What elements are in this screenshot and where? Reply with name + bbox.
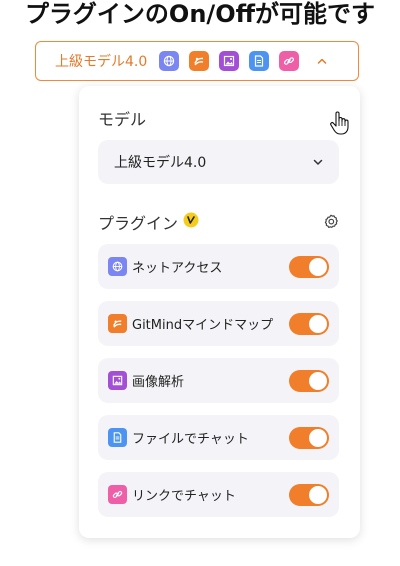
chevron-up-icon (315, 54, 329, 68)
toggle-knob (309, 257, 327, 276)
toggle-knob (309, 314, 327, 333)
plugin-row-gitmind: GitMindマインドマップ (98, 301, 339, 346)
plugin-row-file-chat: ファイルでチャット (98, 415, 339, 460)
model-section-label: モデル (98, 110, 147, 129)
globe-icon (159, 51, 180, 71)
plugin-label: ファイルでチャット (132, 432, 249, 447)
model-switcher-label: 上級モデル4.0 (55, 54, 148, 70)
plugin-row-net-access: ネットアクセス (98, 244, 339, 289)
plugin-toggle-file-chat[interactable] (289, 426, 329, 449)
chevron-down-icon (311, 155, 325, 169)
plugin-label: リンクでチャット (132, 489, 236, 504)
image-icon (219, 51, 240, 71)
gear-icon[interactable] (323, 214, 339, 230)
toggle-knob (309, 371, 327, 390)
plugin-toggle-net-access[interactable] (289, 255, 329, 278)
gitmind-icon (108, 314, 127, 333)
plugin-row-image-analysis: 画像解析 (98, 358, 339, 403)
model-select[interactable]: 上級モデル4.0 (98, 140, 339, 184)
model-select-value: 上級モデル4.0 (114, 155, 207, 171)
hand-cursor-icon (329, 110, 349, 136)
document-icon (108, 428, 127, 447)
document-icon (249, 51, 270, 71)
image-icon (108, 371, 127, 390)
plugin-list: ネットアクセス GitMindマインドマップ 画像解析 ファイルでチャット リン… (98, 244, 339, 529)
plugin-row-link-chat: リンクでチャット (98, 472, 339, 517)
plugin-label: GitMindマインドマップ (132, 318, 274, 333)
plugin-section-label: プラグイン (98, 214, 179, 233)
toggle-knob (309, 485, 327, 504)
plugin-toggle-link-chat[interactable] (289, 483, 329, 506)
page-title: プラグインのOn/Offが可能です (24, 0, 376, 28)
model-switcher-button[interactable]: 上級モデル4.0 (35, 41, 359, 81)
plugin-toggle-image-analysis[interactable] (289, 369, 329, 392)
plugin-label: 画像解析 (132, 375, 185, 390)
plugin-label: ネットアクセス (132, 261, 223, 276)
model-plugin-dropdown: モデル 上級モデル4.0 プラグイン ネットアクセス GitMindマインドマッ… (79, 86, 360, 538)
link-icon (279, 51, 300, 71)
gitmind-icon (189, 51, 210, 71)
plugin-toggle-gitmind[interactable] (289, 312, 329, 335)
toggle-knob (309, 428, 327, 447)
link-icon (108, 485, 127, 504)
globe-icon (108, 257, 127, 276)
vip-badge-icon (183, 212, 199, 228)
